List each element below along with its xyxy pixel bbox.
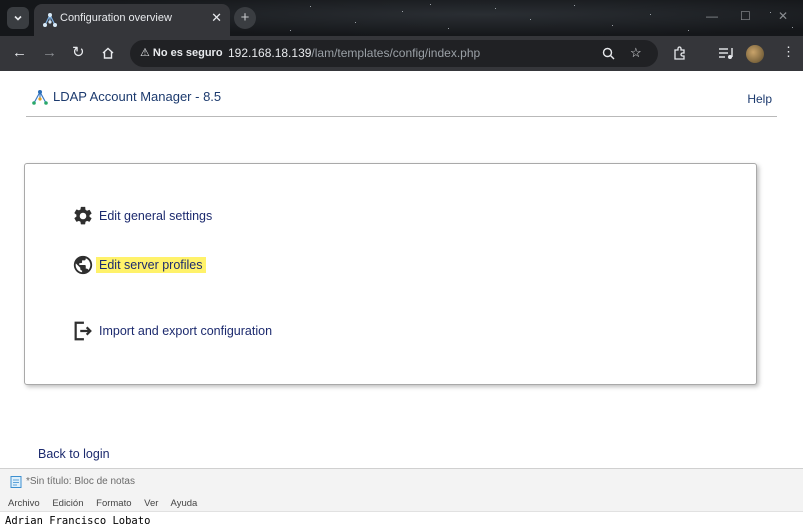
new-tab-button[interactable]: + [234, 7, 256, 29]
profile-avatar[interactable] [746, 45, 764, 63]
forward-arrow-icon[interactable]: → [42, 44, 57, 62]
edit-general-settings-label: Edit general settings [99, 209, 213, 223]
maximize-icon[interactable]: ☐ [740, 9, 751, 23]
media-queue-icon[interactable] [718, 46, 734, 60]
extensions-icon[interactable] [672, 45, 688, 61]
edit-server-profiles-link[interactable]: Edit server profiles [72, 254, 206, 276]
help-link[interactable]: Help [747, 92, 772, 106]
close-window-icon[interactable]: ✕ [778, 9, 788, 23]
url-path: /lam/templates/config/index.php [311, 46, 481, 60]
tab-configuration-overview[interactable]: Configuration overview ✕ [34, 4, 230, 36]
notepad-menu-ayuda[interactable]: Ayuda [171, 498, 198, 509]
lam-favicon-icon [43, 13, 57, 27]
url-host: 192.168.18.139 [228, 46, 312, 60]
notepad-window: *Sin título: Bloc de notas Archivo Edici… [0, 468, 803, 531]
notepad-titlebar: *Sin título: Bloc de notas [10, 475, 135, 488]
export-icon [74, 321, 92, 341]
security-chip[interactable]: ⚠ No es seguro [140, 46, 223, 59]
tab-search-button[interactable] [7, 7, 29, 29]
notepad-menubar: Archivo Edición Formato Ver Ayuda [8, 498, 207, 509]
tab-title: Configuration overview [60, 12, 172, 24]
edit-general-settings-link[interactable]: Edit general settings [72, 205, 212, 227]
notepad-menu-archivo[interactable]: Archivo [8, 498, 40, 509]
notepad-menu-formato[interactable]: Formato [96, 498, 131, 509]
close-tab-icon[interactable]: ✕ [211, 10, 222, 26]
notepad-text-area[interactable]: Adrian Francisco Lobato [0, 511, 803, 531]
security-label: No es seguro [152, 47, 223, 59]
import-export-configuration-label: Import and export configuration [99, 324, 273, 338]
back-to-login-link[interactable]: Back to login [38, 447, 110, 461]
notepad-menu-edicion[interactable]: Edición [52, 498, 83, 509]
url-text[interactable]: 192.168.18.139/lam/templates/config/inde… [228, 46, 480, 60]
back-arrow-icon[interactable]: ← [12, 44, 27, 62]
globe-icon [73, 255, 93, 275]
notepad-content: Adrian Francisco Lobato [5, 515, 151, 527]
lam-header: LDAP Account Manager - 8.5 Help [26, 87, 777, 117]
more-menu-icon[interactable]: ⋮ [782, 44, 795, 60]
browser-toolbar: ← → ↻ ⚠ No es seguro 192.168.18.139/lam/t… [0, 36, 803, 71]
browser-titlebar: Configuration overview ✕ + — ☐ ✕ [0, 0, 803, 36]
notepad-menu-ver[interactable]: Ver [144, 498, 158, 509]
config-menu-panel: Edit general settings Edit server profil… [24, 163, 757, 385]
minimize-icon[interactable]: — [706, 9, 718, 23]
gear-icon [74, 206, 92, 225]
address-bar[interactable]: ⚠ No es seguro 192.168.18.139/lam/templat… [130, 40, 658, 67]
zoom-search-icon[interactable] [602, 47, 615, 60]
warning-icon: ⚠ [140, 47, 150, 59]
home-icon[interactable] [101, 46, 115, 60]
lam-logo-icon [32, 90, 48, 105]
reload-icon[interactable]: ↻ [72, 44, 85, 62]
notepad-title: *Sin título: Bloc de notas [26, 476, 135, 487]
app-title: LDAP Account Manager - 8.5 [53, 89, 222, 104]
bookmark-star-icon[interactable]: ☆ [630, 45, 642, 61]
notepad-icon [10, 476, 22, 488]
edit-server-profiles-label: Edit server profiles [96, 257, 206, 273]
import-export-configuration-link[interactable]: Import and export configuration [72, 320, 272, 342]
page-content: LDAP Account Manager - 8.5 Help Edit gen… [0, 71, 803, 468]
chevron-down-icon [14, 15, 22, 21]
